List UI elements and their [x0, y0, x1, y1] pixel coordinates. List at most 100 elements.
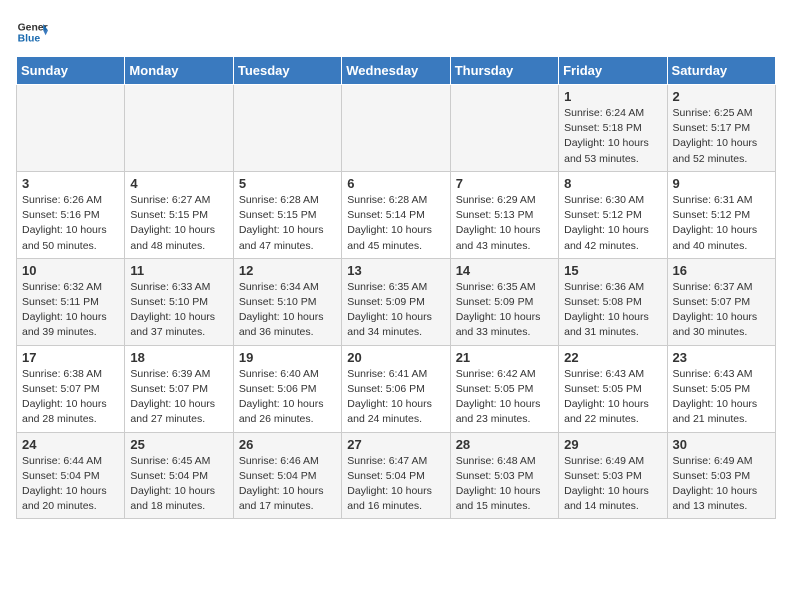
day-number: 11: [130, 263, 227, 278]
calendar-cell: 19 Sunrise: 6:40 AM Sunset: 5:06 PM Dayli…: [233, 345, 341, 432]
day-number: 21: [456, 350, 553, 365]
calendar-cell: 11 Sunrise: 6:33 AM Sunset: 5:10 PM Dayli…: [125, 258, 233, 345]
calendar-cell: [342, 85, 450, 172]
calendar-week-1: 1 Sunrise: 6:24 AM Sunset: 5:18 PM Daylig…: [17, 85, 776, 172]
calendar-cell: 8 Sunrise: 6:30 AM Sunset: 5:12 PM Daylig…: [559, 171, 667, 258]
day-number: 22: [564, 350, 661, 365]
day-info: Sunrise: 6:44 AM Sunset: 5:04 PM Dayligh…: [22, 454, 119, 515]
day-number: 3: [22, 176, 119, 191]
weekday-header-saturday: Saturday: [667, 57, 775, 85]
calendar-week-4: 17Sunrise: 6:38 AM Sunset: 5:07 PM Dayli…: [17, 345, 776, 432]
day-number: 28: [456, 437, 553, 452]
day-number: 25: [130, 437, 227, 452]
day-number: 30: [673, 437, 770, 452]
calendar-cell: 4 Sunrise: 6:27 AM Sunset: 5:15 PM Daylig…: [125, 171, 233, 258]
day-number: 16: [673, 263, 770, 278]
calendar-cell: 3 Sunrise: 6:26 AM Sunset: 5:16 PM Daylig…: [17, 171, 125, 258]
calendar-cell: 6Sunrise: 6:28 AM Sunset: 5:14 PM Daylig…: [342, 171, 450, 258]
calendar-cell: [125, 85, 233, 172]
day-number: 1: [564, 89, 661, 104]
calendar-cell: 30 Sunrise: 6:49 AM Sunset: 5:03 PM Dayli…: [667, 432, 775, 519]
calendar-cell: 2 Sunrise: 6:25 AM Sunset: 5:17 PM Daylig…: [667, 85, 775, 172]
day-info: Sunrise: 6:49 AM Sunset: 5:03 PM Dayligh…: [564, 454, 661, 515]
day-number: 10: [22, 263, 119, 278]
calendar-cell: [450, 85, 558, 172]
day-number: 4: [130, 176, 227, 191]
calendar-cell: 17Sunrise: 6:38 AM Sunset: 5:07 PM Dayli…: [17, 345, 125, 432]
calendar-cell: 15 Sunrise: 6:36 AM Sunset: 5:08 PM Dayli…: [559, 258, 667, 345]
calendar-cell: [17, 85, 125, 172]
day-info: Sunrise: 6:25 AM Sunset: 5:17 PM Dayligh…: [673, 106, 770, 167]
day-info: Sunrise: 6:26 AM Sunset: 5:16 PM Dayligh…: [22, 193, 119, 254]
day-info: Sunrise: 6:34 AM Sunset: 5:10 PM Dayligh…: [239, 280, 336, 341]
day-info: Sunrise: 6:41 AM Sunset: 5:06 PM Dayligh…: [347, 367, 444, 428]
day-info: Sunrise: 6:49 AM Sunset: 5:03 PM Dayligh…: [673, 454, 770, 515]
weekday-header-thursday: Thursday: [450, 57, 558, 85]
day-number: 20: [347, 350, 444, 365]
day-info: Sunrise: 6:38 AM Sunset: 5:07 PM Dayligh…: [22, 367, 119, 428]
calendar-cell: 14 Sunrise: 6:35 AM Sunset: 5:09 PM Dayli…: [450, 258, 558, 345]
day-number: 8: [564, 176, 661, 191]
day-number: 18: [130, 350, 227, 365]
day-number: 19: [239, 350, 336, 365]
day-info: Sunrise: 6:24 AM Sunset: 5:18 PM Dayligh…: [564, 106, 661, 167]
calendar-cell: 29 Sunrise: 6:49 AM Sunset: 5:03 PM Dayli…: [559, 432, 667, 519]
calendar-cell: 26Sunrise: 6:46 AM Sunset: 5:04 PM Dayli…: [233, 432, 341, 519]
calendar-cell: 25 Sunrise: 6:45 AM Sunset: 5:04 PM Dayli…: [125, 432, 233, 519]
day-info: Sunrise: 6:48 AM Sunset: 5:03 PM Dayligh…: [456, 454, 553, 515]
day-info: Sunrise: 6:37 AM Sunset: 5:07 PM Dayligh…: [673, 280, 770, 341]
weekday-header-sunday: Sunday: [17, 57, 125, 85]
page-header: General Blue: [16, 16, 776, 48]
day-info: Sunrise: 6:31 AM Sunset: 5:12 PM Dayligh…: [673, 193, 770, 254]
day-number: 24: [22, 437, 119, 452]
calendar-cell: 10Sunrise: 6:32 AM Sunset: 5:11 PM Dayli…: [17, 258, 125, 345]
calendar-cell: 1 Sunrise: 6:24 AM Sunset: 5:18 PM Daylig…: [559, 85, 667, 172]
day-info: Sunrise: 6:29 AM Sunset: 5:13 PM Dayligh…: [456, 193, 553, 254]
weekday-header-friday: Friday: [559, 57, 667, 85]
day-number: 2: [673, 89, 770, 104]
day-number: 26: [239, 437, 336, 452]
day-number: 9: [673, 176, 770, 191]
day-info: Sunrise: 6:30 AM Sunset: 5:12 PM Dayligh…: [564, 193, 661, 254]
day-number: 12: [239, 263, 336, 278]
logo: General Blue: [16, 16, 52, 48]
day-number: 14: [456, 263, 553, 278]
day-info: Sunrise: 6:28 AM Sunset: 5:14 PM Dayligh…: [347, 193, 444, 254]
calendar-cell: 20 Sunrise: 6:41 AM Sunset: 5:06 PM Dayli…: [342, 345, 450, 432]
day-info: Sunrise: 6:43 AM Sunset: 5:05 PM Dayligh…: [564, 367, 661, 428]
day-number: 15: [564, 263, 661, 278]
calendar-cell: 22 Sunrise: 6:43 AM Sunset: 5:05 PM Dayli…: [559, 345, 667, 432]
calendar-week-2: 3 Sunrise: 6:26 AM Sunset: 5:16 PM Daylig…: [17, 171, 776, 258]
weekday-header-wednesday: Wednesday: [342, 57, 450, 85]
calendar-body: 1 Sunrise: 6:24 AM Sunset: 5:18 PM Daylig…: [17, 85, 776, 519]
weekday-header-tuesday: Tuesday: [233, 57, 341, 85]
calendar-week-3: 10Sunrise: 6:32 AM Sunset: 5:11 PM Dayli…: [17, 258, 776, 345]
calendar-cell: 12 Sunrise: 6:34 AM Sunset: 5:10 PM Dayli…: [233, 258, 341, 345]
day-number: 27: [347, 437, 444, 452]
day-number: 5: [239, 176, 336, 191]
day-info: Sunrise: 6:45 AM Sunset: 5:04 PM Dayligh…: [130, 454, 227, 515]
calendar-table: SundayMondayTuesdayWednesdayThursdayFrid…: [16, 56, 776, 519]
day-info: Sunrise: 6:43 AM Sunset: 5:05 PM Dayligh…: [673, 367, 770, 428]
day-info: Sunrise: 6:27 AM Sunset: 5:15 PM Dayligh…: [130, 193, 227, 254]
calendar-cell: 16 Sunrise: 6:37 AM Sunset: 5:07 PM Dayli…: [667, 258, 775, 345]
day-info: Sunrise: 6:35 AM Sunset: 5:09 PM Dayligh…: [456, 280, 553, 341]
day-info: Sunrise: 6:42 AM Sunset: 5:05 PM Dayligh…: [456, 367, 553, 428]
day-info: Sunrise: 6:33 AM Sunset: 5:10 PM Dayligh…: [130, 280, 227, 341]
calendar-cell: 5 Sunrise: 6:28 AM Sunset: 5:15 PM Daylig…: [233, 171, 341, 258]
day-number: 29: [564, 437, 661, 452]
calendar-cell: 7 Sunrise: 6:29 AM Sunset: 5:13 PM Daylig…: [450, 171, 558, 258]
day-info: Sunrise: 6:28 AM Sunset: 5:15 PM Dayligh…: [239, 193, 336, 254]
calendar-cell: 9 Sunrise: 6:31 AM Sunset: 5:12 PM Daylig…: [667, 171, 775, 258]
logo-icon: General Blue: [16, 16, 48, 48]
weekday-header-row: SundayMondayTuesdayWednesdayThursdayFrid…: [17, 57, 776, 85]
svg-text:Blue: Blue: [18, 34, 41, 45]
calendar-cell: 28 Sunrise: 6:48 AM Sunset: 5:03 PM Dayli…: [450, 432, 558, 519]
day-info: Sunrise: 6:36 AM Sunset: 5:08 PM Dayligh…: [564, 280, 661, 341]
day-info: Sunrise: 6:40 AM Sunset: 5:06 PM Dayligh…: [239, 367, 336, 428]
calendar-cell: 13Sunrise: 6:35 AM Sunset: 5:09 PM Dayli…: [342, 258, 450, 345]
day-number: 13: [347, 263, 444, 278]
day-number: 7: [456, 176, 553, 191]
calendar-cell: [233, 85, 341, 172]
day-info: Sunrise: 6:47 AM Sunset: 5:04 PM Dayligh…: [347, 454, 444, 515]
